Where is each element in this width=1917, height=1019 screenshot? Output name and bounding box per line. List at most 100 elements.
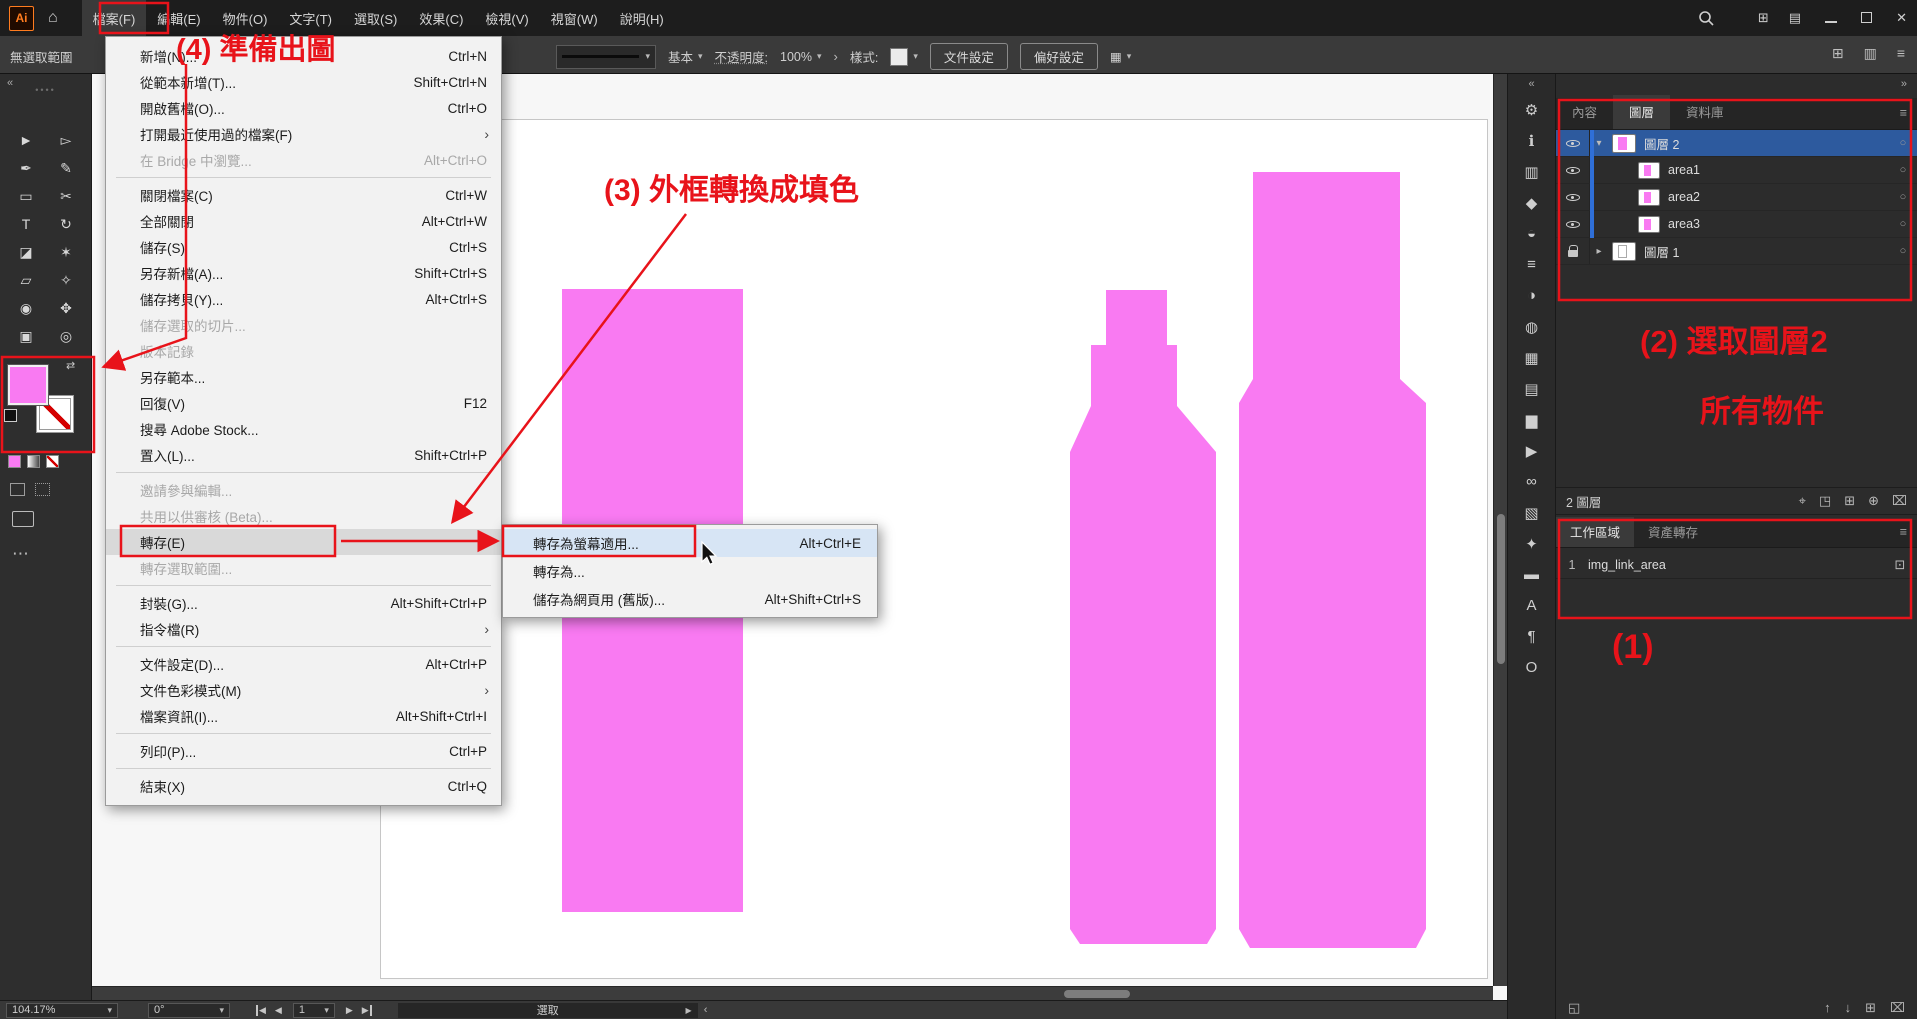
eyedropper-tool-icon[interactable]: ✧ <box>46 266 86 294</box>
file-menu-item[interactable]: 文件設定(D)...Alt+Ctrl+P <box>106 651 501 677</box>
artboard-options-icon[interactable]: ◱ <box>1568 1000 1580 1016</box>
symbols-panel-icon[interactable]: ▦ <box>1508 342 1555 373</box>
tab-asset-export[interactable]: 資產轉存 <box>1634 517 1712 547</box>
status-play-icon[interactable]: ▶ <box>686 1006 692 1015</box>
eye-icon[interactable] <box>1556 157 1590 183</box>
tab-libraries[interactable]: 資料庫 <box>1670 95 1740 129</box>
file-menu-item[interactable]: 列印(P)...Ctrl+P <box>106 738 501 764</box>
file-menu-item[interactable]: 另存範本... <box>106 364 501 390</box>
horizontal-scrollbar[interactable] <box>92 986 1493 1000</box>
delete-layer-icon[interactable]: ⌧ <box>1892 493 1907 509</box>
layer-target-icon[interactable]: ○ <box>1889 245 1917 257</box>
layer-row[interactable]: ▾圖層 2○ <box>1556 130 1917 157</box>
swatches-panel-icon[interactable]: ▤ <box>1508 373 1555 404</box>
touch-workspace-icon[interactable]: ▥ <box>1864 45 1877 62</box>
menubar-item-8[interactable]: 視窗(W) <box>540 0 609 36</box>
artwork-area2[interactable] <box>1070 290 1216 944</box>
draw-normal-icon[interactable] <box>10 483 25 496</box>
close-button[interactable]: ✕ <box>1896 10 1907 26</box>
curvature-tool-icon[interactable]: ✎ <box>46 154 86 182</box>
restore-button[interactable] <box>1861 11 1872 26</box>
file-menu-item[interactable]: 儲存選取的切片... <box>106 312 501 338</box>
asset-export-panel-icon[interactable]: ▧ <box>1508 497 1555 528</box>
menubar-item-5[interactable]: 選取(S) <box>343 0 408 36</box>
vertical-scrollbar-thumb[interactable] <box>1497 514 1505 664</box>
file-menu-item[interactable]: 檔案資訊(I)...Alt+Shift+Ctrl+I <box>106 703 501 729</box>
file-menu-item[interactable]: 打開最近使用過的檔案(F)› <box>106 121 501 147</box>
layer-row[interactable]: area2○ <box>1556 184 1917 211</box>
expand-panels-icon[interactable]: « <box>1508 74 1555 90</box>
eye-icon[interactable] <box>1556 211 1590 237</box>
color-mode-icon[interactable] <box>8 455 21 468</box>
fill-color-swatch[interactable] <box>8 365 48 405</box>
file-menu-item[interactable]: 搜尋 Adobe Stock... <box>106 416 501 442</box>
pen-tool-icon[interactable]: ✒ <box>6 154 46 182</box>
color-guide-panel-icon[interactable]: ✦ <box>1508 528 1555 559</box>
layer-target-icon[interactable]: ○ <box>1889 164 1917 176</box>
search-icon[interactable] <box>1698 10 1714 26</box>
file-menu-item[interactable]: 共用以供審核 (Beta)... <box>106 503 501 529</box>
menubar-item-1[interactable]: 檔案(F) <box>82 0 147 36</box>
minimize-button[interactable] <box>1825 11 1837 26</box>
move-down-icon[interactable]: ↓ <box>1845 1000 1852 1016</box>
preferences-button[interactable]: 偏好設定 <box>1020 43 1098 70</box>
appearance-panel-icon[interactable]: ◆ <box>1508 187 1555 218</box>
new-sublayer-icon[interactable]: ⊞ <box>1844 493 1855 509</box>
horizontal-scrollbar-thumb[interactable] <box>1064 990 1130 998</box>
file-menu-item[interactable]: 在 Bridge 中瀏覽...Alt+Ctrl+O <box>106 147 501 173</box>
layer-row[interactable]: area3○ <box>1556 211 1917 238</box>
brush-definition-dropdown[interactable]: 基本 <box>668 47 703 66</box>
artboard-tool-icon[interactable]: ▣ <box>6 322 46 350</box>
file-menu-item[interactable]: 儲存拷貝(Y)...Alt+Ctrl+S <box>106 286 501 312</box>
vertical-scrollbar[interactable] <box>1493 74 1507 986</box>
drag-handle-icon[interactable]: •••• <box>35 85 56 95</box>
document-setup-button[interactable]: 文件設定 <box>930 43 1008 70</box>
menubar-item-6[interactable]: 效果(C) <box>408 0 474 36</box>
panel-menu-icon[interactable]: ≡ <box>1900 525 1907 539</box>
status-collapse-icon[interactable]: ‹ <box>704 1004 708 1016</box>
shaper-tool-icon[interactable]: ▱ <box>6 266 46 294</box>
delete-artboard-icon[interactable]: ⌧ <box>1890 1000 1905 1016</box>
layer-row[interactable]: area1○ <box>1556 157 1917 184</box>
direct-selection-tool-icon[interactable]: ▻ <box>46 126 86 154</box>
file-menu-item[interactable]: 全部關閉Alt+Ctrl+W <box>106 208 501 234</box>
file-menu-item[interactable]: 從範本新增(T)...Shift+Ctrl+N <box>106 69 501 95</box>
style-dropdown[interactable] <box>890 48 918 66</box>
document-info-icon[interactable]: ▥ <box>1508 156 1555 187</box>
status-display-field[interactable]: 選取 ▶ <box>398 1003 698 1018</box>
file-menu-item[interactable]: 封裝(G)...Alt+Shift+Ctrl+P <box>106 590 501 616</box>
default-fill-stroke-icon[interactable] <box>4 409 17 422</box>
layer-target-icon[interactable]: ○ <box>1889 191 1917 203</box>
eraser-tool-icon[interactable]: ◪ <box>6 238 46 266</box>
artwork-area3[interactable] <box>1239 172 1426 948</box>
panel-menu-icon[interactable]: ≡ <box>1900 106 1907 120</box>
file-menu-item[interactable]: 置入(L)...Shift+Ctrl+P <box>106 442 501 468</box>
make-clipping-mask-icon[interactable]: ◳ <box>1819 493 1831 509</box>
file-menu-item[interactable]: 轉存選取範圍... <box>106 555 501 581</box>
rotate-tool-icon[interactable]: ↻ <box>46 210 86 238</box>
layer-expand-icon[interactable]: ▸ <box>1590 246 1608 257</box>
magic-wand-tool-icon[interactable]: ✶ <box>46 238 86 266</box>
screen-mode-icon[interactable] <box>12 511 34 527</box>
tab-properties[interactable]: 內容 <box>1556 95 1613 129</box>
arrange-documents-icon[interactable]: ⊞ <box>1832 45 1844 62</box>
arrange-documents-icon[interactable]: ▤ <box>1789 10 1801 25</box>
file-menu-item[interactable]: 指令檔(R)› <box>106 616 501 642</box>
artboard-row[interactable]: 1 img_link_area ⊡ <box>1556 551 1917 579</box>
menubar-item-7[interactable]: 檢視(V) <box>474 0 539 36</box>
previous-artboard-icon[interactable]: ◀ <box>275 1005 282 1016</box>
zoom-level-dropdown[interactable]: 104.17% <box>6 1003 118 1018</box>
file-menu-item[interactable]: 儲存(S)Ctrl+S <box>106 234 501 260</box>
character-panel-icon[interactable]: A <box>1508 590 1555 621</box>
new-layer-icon[interactable]: ⊕ <box>1868 493 1879 509</box>
layer-target-icon[interactable]: ○ <box>1889 137 1917 149</box>
rectangle-tool-icon[interactable]: ▭ <box>6 182 46 210</box>
file-menu-item[interactable]: 轉存(E)› <box>106 529 501 555</box>
zoom-tool-icon[interactable]: ◎ <box>46 322 86 350</box>
lock-icon[interactable] <box>1556 238 1590 264</box>
home-icon[interactable]: ⌂ <box>48 9 58 27</box>
knife-tool-icon[interactable]: ✂ <box>46 182 86 210</box>
export-submenu-item[interactable]: 儲存為網頁用 (舊版)...Alt+Shift+Ctrl+S <box>503 585 877 613</box>
menubar-item-9[interactable]: 說明(H) <box>609 0 675 36</box>
locate-object-icon[interactable]: ⌖ <box>1799 493 1806 509</box>
